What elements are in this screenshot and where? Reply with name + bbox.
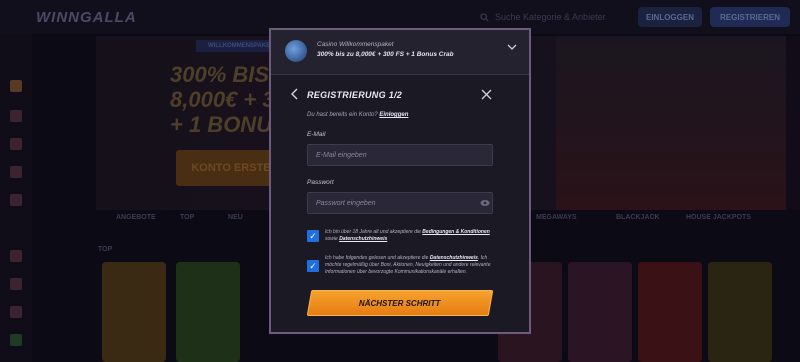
modal-title: REGISTRIERUNG 1/2 xyxy=(307,90,403,100)
tab-house-jackpots[interactable]: HOUSE JACKPOTS xyxy=(686,214,751,228)
marketing-text: Ich habe folgendes gelesen und akzeptier… xyxy=(325,255,495,276)
password-label: Passwort xyxy=(307,179,334,186)
game-tile[interactable] xyxy=(102,262,166,362)
search-placeholder: Suche Kategorie & Anbieter xyxy=(495,12,606,22)
game-tile[interactable] xyxy=(176,262,240,362)
terms-text: Ich bin über 18 Jahre alt und akzeptiere… xyxy=(325,229,495,243)
email-field[interactable]: E-Mail eingeben xyxy=(307,144,493,166)
cards-icon[interactable] xyxy=(10,250,22,262)
check-icon[interactable] xyxy=(10,334,22,346)
promo-title: Casino Willkommenspaket xyxy=(317,41,394,48)
star-icon[interactable] xyxy=(10,194,22,206)
home-icon[interactable] xyxy=(10,80,22,92)
tab-new[interactable]: NEU xyxy=(228,214,243,228)
email-placeholder: E-Mail eingeben xyxy=(316,151,367,159)
trophy-icon[interactable] xyxy=(10,138,22,150)
login-button[interactable]: EINLOGGEN xyxy=(638,7,702,27)
terms-pre: Ich bin über 18 Jahre alt und akzeptiere… xyxy=(325,229,421,235)
eye-icon[interactable] xyxy=(480,199,490,207)
have-account-text: Du hast bereits ein Konto? Einloggen xyxy=(307,112,408,118)
game-tile[interactable] xyxy=(568,262,632,362)
back-icon[interactable] xyxy=(291,88,298,103)
email-label: E-Mail xyxy=(307,131,326,138)
search-bar[interactable]: Suche Kategorie & Anbieter xyxy=(480,9,630,25)
section-title: TOP xyxy=(98,246,113,253)
have-account-label: Du hast bereits ein Konto? xyxy=(307,112,378,118)
sidebar xyxy=(0,34,32,362)
terms-checkbox[interactable]: ✓ xyxy=(307,230,319,242)
marketing-checkbox[interactable]: ✓ xyxy=(307,260,319,272)
tab-megaways[interactable]: MEGAWAYS xyxy=(536,214,577,228)
terms-mid: sowie xyxy=(325,236,338,242)
login-link[interactable]: Einloggen xyxy=(379,112,408,118)
chip-icon[interactable] xyxy=(10,278,22,290)
register-button[interactable]: REGISTRIEREN xyxy=(710,7,790,27)
search-icon xyxy=(480,12,489,22)
next-step-button[interactable]: NÄCHSTER SCHRITT xyxy=(306,290,494,316)
modal-header: REGISTRIERUNG 1/2 xyxy=(291,87,511,104)
close-icon[interactable] xyxy=(481,87,492,103)
welcome-package-dropdown[interactable]: Casino Willkommenspaket 300% bis zu 8,00… xyxy=(271,30,529,75)
tab-offers[interactable]: ANGEBOTE xyxy=(116,214,156,228)
dice-icon[interactable] xyxy=(10,306,22,318)
heart-icon[interactable] xyxy=(10,166,22,178)
tab-blackjack[interactable]: BLACKJACK xyxy=(616,214,660,228)
gift-icon[interactable] xyxy=(10,110,22,122)
registration-modal: Casino Willkommenspaket 300% bis zu 8,00… xyxy=(269,28,531,334)
site-logo[interactable]: WINNGALLA xyxy=(36,9,137,26)
password-placeholder: Passwort eingeben xyxy=(316,199,376,207)
tab-top[interactable]: TOP xyxy=(180,214,194,228)
marketing-pre: Ich habe folgendes gelesen und akzeptier… xyxy=(325,255,429,261)
marketing-privacy-link[interactable]: Datenschutzhinweis xyxy=(430,255,478,261)
casino-chip-icon xyxy=(285,40,307,62)
chevron-down-icon[interactable] xyxy=(507,42,517,53)
game-tile[interactable] xyxy=(708,262,772,362)
password-field[interactable]: Passwort eingeben xyxy=(307,192,493,214)
promo-subtitle: 300% bis zu 8,000€ + 300 FS + 1 Bonus Cr… xyxy=(317,51,454,58)
terms-link[interactable]: Bedingungen & Konditionen xyxy=(422,229,490,235)
next-step-label: NÄCHSTER SCHRITT xyxy=(359,298,441,308)
hero-image xyxy=(556,36,786,210)
privacy-link[interactable]: Datenschutzhinweis xyxy=(339,236,387,242)
game-tile[interactable] xyxy=(638,262,702,362)
